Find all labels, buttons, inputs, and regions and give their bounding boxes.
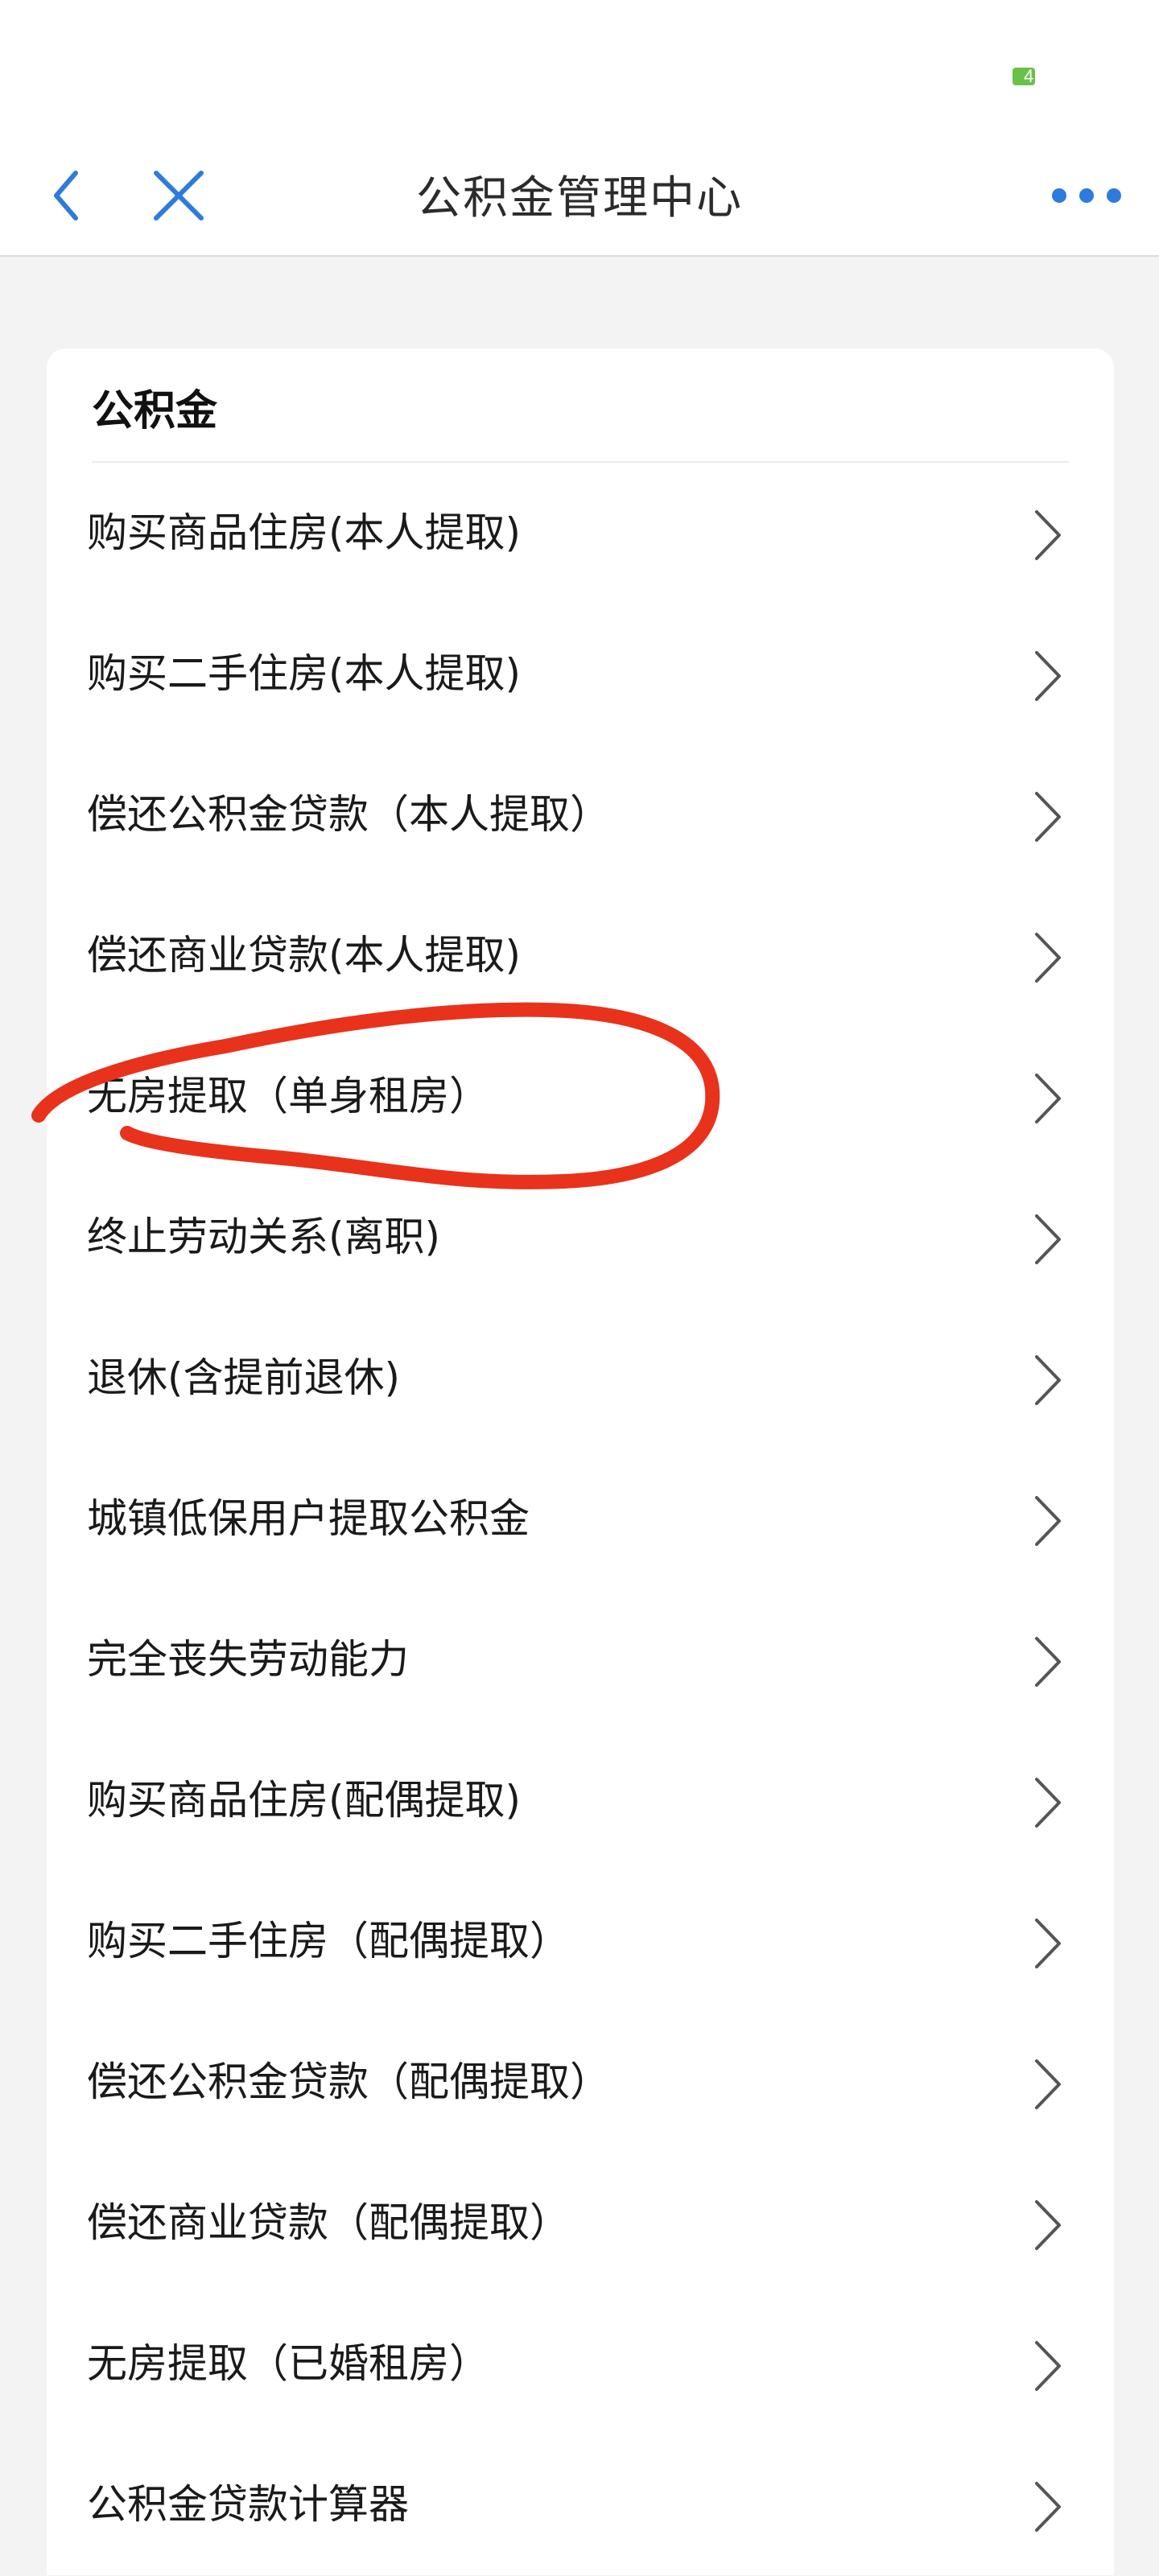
chevron-right-icon	[1035, 1355, 1061, 1405]
chevron-right-icon	[1035, 1778, 1061, 1828]
chevron-right-icon	[1035, 1919, 1061, 1968]
menu-item-label: 购买二手住房（配偶提取）	[87, 1918, 570, 1964]
menu-item-label: 城镇低保用户提取公积金	[87, 1495, 530, 1542]
menu-item-second-hand-housing-self[interactable]: 购买二手住房(本人提取)	[47, 604, 1114, 745]
menu-item-label: 退休(含提前退休)	[87, 1354, 401, 1401]
chevron-right-icon	[1035, 2059, 1061, 2109]
status-bar: 4	[0, 0, 1159, 141]
menu-item-label: 完全丧失劳动能力	[87, 1636, 409, 1683]
menu-item-fund-loan-self[interactable]: 偿还公积金贷款（本人提取）	[47, 745, 1114, 886]
menu-item-label: 购买商品住房(本人提取)	[87, 509, 522, 556]
menu-item-commercial-loan-spouse[interactable]: 偿还商业贷款（配偶提取）	[47, 2154, 1114, 2294]
section-title: 公积金	[92, 387, 218, 435]
chevron-right-icon	[1035, 933, 1061, 983]
nav-bar: 公积金管理中心	[0, 141, 1159, 257]
menu-item-fund-loan-spouse[interactable]: 偿还公积金贷款（配偶提取）	[47, 2013, 1114, 2154]
page-title: 公积金管理中心	[416, 172, 743, 225]
menu-item-label: 无房提取（已婚租房）	[87, 2340, 489, 2387]
withdrawal-card: 公积金 购买商品住房(本人提取) 购买二手住房(本人提取) 偿还公积金贷款（本人…	[47, 348, 1114, 2575]
menu-item-no-house-single-rent[interactable]: 无房提取（单身租房）	[47, 1027, 1114, 1168]
menu-item-commercial-loan-self[interactable]: 偿还商业贷款(本人提取)	[47, 886, 1114, 1027]
chevron-right-icon	[1035, 651, 1061, 701]
chevron-right-icon	[1035, 2482, 1061, 2532]
menu-item-label: 偿还公积金贷款（配偶提取）	[87, 2059, 610, 2105]
menu-item-disability[interactable]: 完全丧失劳动能力	[47, 1590, 1114, 1731]
menu-item-commercial-housing-self[interactable]: 购买商品住房(本人提取)	[47, 464, 1114, 604]
divider	[92, 461, 1069, 463]
menu-item-label: 公积金贷款计算器	[87, 2481, 409, 2528]
chevron-right-icon	[1035, 2200, 1061, 2250]
menu-item-label: 偿还公积金贷款（本人提取）	[87, 791, 610, 838]
chevron-right-icon	[1035, 1074, 1061, 1123]
menu-item-resignation[interactable]: 终止劳动关系(离职)	[47, 1168, 1114, 1309]
menu-list: 购买商品住房(本人提取) 购买二手住房(本人提取) 偿还公积金贷款（本人提取） …	[47, 464, 1114, 2576]
menu-item-label: 购买二手住房(本人提取)	[87, 650, 522, 697]
chevron-right-icon	[1035, 792, 1061, 842]
chevron-right-icon	[1035, 2341, 1061, 2391]
menu-item-label: 终止劳动关系(离职)	[87, 1214, 441, 1260]
menu-item-label: 偿还商业贷款（配偶提取）	[87, 2199, 570, 2246]
menu-item-second-hand-housing-spouse[interactable]: 购买二手住房（配偶提取）	[47, 1872, 1114, 2013]
more-button[interactable]	[1046, 155, 1127, 236]
menu-item-retirement[interactable]: 退休(含提前退休)	[47, 1309, 1114, 1449]
more-dots-icon	[1052, 188, 1121, 203]
chevron-right-icon	[1035, 1637, 1061, 1687]
menu-item-label: 偿还商业贷款(本人提取)	[87, 932, 522, 979]
menu-item-loan-calculator[interactable]: 公积金贷款计算器	[47, 2435, 1114, 2576]
menu-item-low-income[interactable]: 城镇低保用户提取公积金	[47, 1449, 1114, 1590]
chevron-right-icon	[1035, 510, 1061, 560]
menu-item-commercial-housing-spouse[interactable]: 购买商品住房(配偶提取)	[47, 1731, 1114, 1872]
menu-item-no-house-married-rent[interactable]: 无房提取（已婚租房）	[47, 2294, 1114, 2435]
menu-item-label: 无房提取（单身租房）	[87, 1073, 489, 1119]
chevron-right-icon	[1035, 1496, 1061, 1546]
menu-item-label: 购买商品住房(配偶提取)	[87, 1777, 522, 1824]
chevron-right-icon	[1035, 1214, 1061, 1264]
battery-level: 4	[1024, 66, 1034, 86]
